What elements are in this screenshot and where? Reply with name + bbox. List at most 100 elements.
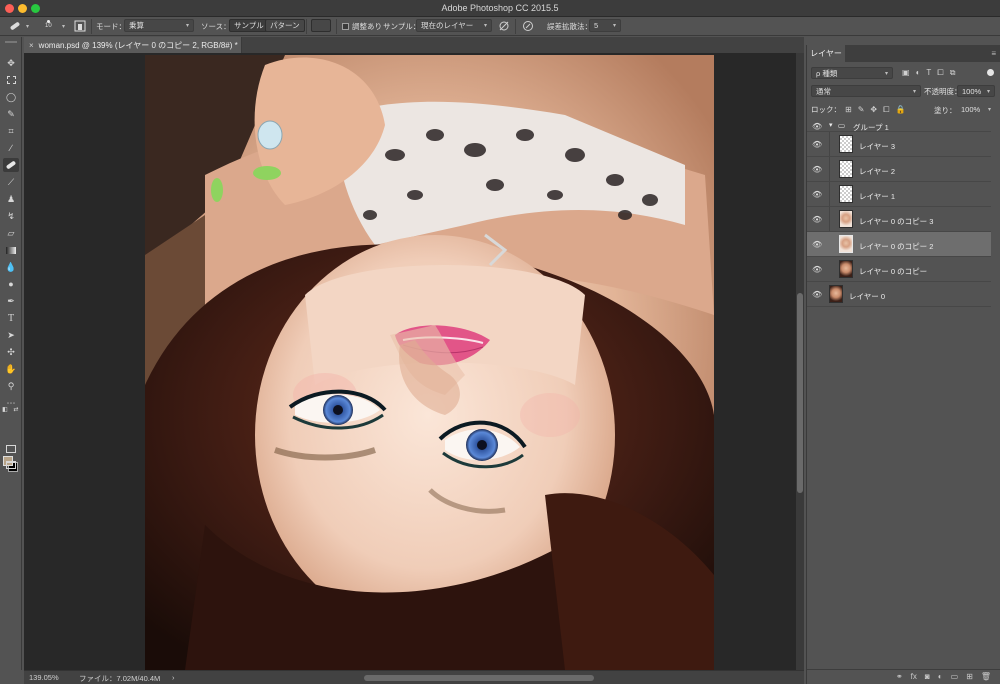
lock-transparency-icon[interactable]: ⊞ xyxy=(845,105,852,115)
pressure-size-button[interactable] xyxy=(522,19,534,33)
chevron-down-icon: ▾ xyxy=(986,88,990,95)
smart-object-filter-icon[interactable]: ⧉ xyxy=(950,68,956,78)
layer-name: レイヤー 0 xyxy=(849,292,886,301)
layer-row-copy[interactable]: 👁 レイヤー 0 のコピー xyxy=(807,257,991,282)
lock-all-icon[interactable]: 🔒 xyxy=(896,105,906,115)
screen-mode-icon[interactable] xyxy=(3,458,19,472)
image-filter-icon[interactable]: ▣ xyxy=(902,68,910,78)
canvas-area[interactable] xyxy=(24,53,796,670)
clone-stamp-tool-icon[interactable]: ♟ xyxy=(3,192,19,206)
zoom-level[interactable]: 139.05% xyxy=(29,673,59,682)
eye-visibility-icon[interactable]: 👁 xyxy=(812,190,822,199)
chevron-down-icon: ▾ xyxy=(884,70,888,77)
move-tool-icon[interactable]: ✥ xyxy=(3,56,19,70)
eye-visibility-icon[interactable]: 👁 xyxy=(812,165,822,174)
panel-grip[interactable] xyxy=(5,41,17,43)
quick-select-tool-icon[interactable]: ✎ xyxy=(3,107,19,121)
new-layer-icon[interactable]: ⊞ xyxy=(966,672,973,681)
layers-list: 👁 ▾ ▭ グループ 1 👁 レイヤー 3 👁 レイヤー 2 👁 レイヤー 1 … xyxy=(807,120,991,660)
lock-position-icon[interactable]: ✥ xyxy=(870,105,877,115)
layer-row-copy-2[interactable]: 👁 レイヤー 0 のコピー 2 xyxy=(807,232,991,257)
layer-mask-icon[interactable]: ◙ xyxy=(925,672,930,681)
eye-visibility-icon[interactable]: 👁 xyxy=(812,122,822,131)
blur-tool-icon[interactable]: 💧 xyxy=(3,260,19,274)
sample-select[interactable]: 現在のレイヤー ▾ xyxy=(416,19,492,32)
pattern-picker[interactable] xyxy=(311,19,331,32)
layer-style-icon[interactable]: fx xyxy=(911,672,917,681)
close-tab-icon[interactable]: × xyxy=(29,41,34,50)
horizontal-scroll-thumb[interactable] xyxy=(364,675,594,681)
clone-source-panel-button[interactable] xyxy=(74,19,86,33)
woman-portrait-image xyxy=(145,55,714,670)
panel-menu-icon[interactable]: ≡ xyxy=(991,49,996,58)
fill-field[interactable]: 100% ▾ xyxy=(957,103,995,115)
dodge-tool-icon[interactable]: ● xyxy=(3,277,19,291)
tab-layers[interactable]: レイヤー xyxy=(807,45,845,62)
lock-artboard-icon[interactable]: ⧠ xyxy=(883,105,889,115)
hand-tool-icon[interactable]: ✋ xyxy=(3,362,19,376)
eye-visibility-icon[interactable]: 👁 xyxy=(812,140,822,149)
canvas-vertical-scrollbar[interactable] xyxy=(796,53,804,670)
layer-row-group-1[interactable]: 👁 ▾ ▭ グループ 1 xyxy=(807,120,991,132)
tool-preset-picker[interactable]: ▾ xyxy=(8,19,29,33)
shape-filter-icon[interactable]: ⧠ xyxy=(937,68,943,78)
document-tab-bar: × woman.psd @ 139% (レイヤー 0 のコピー 2, RGB/8… xyxy=(24,37,804,53)
eraser-tool-icon[interactable]: ▱ xyxy=(3,226,19,240)
app-title: Adobe Photoshop CC 2015.5 xyxy=(441,3,559,13)
gradient-tool-icon[interactable] xyxy=(3,243,19,257)
diffusion-select[interactable]: 5 ▾ xyxy=(589,19,621,32)
swap-colors-icon[interactable]: ⇄ xyxy=(12,405,20,413)
eye-visibility-icon[interactable]: 👁 xyxy=(812,290,822,299)
brush-size-value: 10 xyxy=(45,23,52,29)
history-brush-tool-icon[interactable]: ↯ xyxy=(3,209,19,223)
brush-size-picker[interactable]: 10 xyxy=(45,19,52,33)
layer-name: レイヤー 0 のコピー 3 xyxy=(859,217,934,226)
eye-visibility-icon[interactable]: 👁 xyxy=(812,265,822,274)
layer-filter-select[interactable]: ρ 種類 ▾ xyxy=(811,67,893,79)
link-layers-icon[interactable]: ⚭ xyxy=(896,672,903,681)
layer-row-1[interactable]: 👁 レイヤー 1 xyxy=(807,182,991,207)
layer-row-copy-3[interactable]: 👁 レイヤー 0 のコピー 3 xyxy=(807,207,991,232)
diffusion-value: 5 xyxy=(594,21,599,30)
adjustment-layer-icon[interactable]: ◐ xyxy=(938,672,943,681)
lasso-tool-icon[interactable]: ◯ xyxy=(3,90,19,104)
trash-icon[interactable]: 🗑 xyxy=(981,672,991,681)
brush-tool-icon[interactable]: ⟋ xyxy=(3,175,19,189)
layer-row-3[interactable]: 👁 レイヤー 3 xyxy=(807,132,991,157)
quick-mask-icon[interactable] xyxy=(3,442,19,456)
zoom-tool-icon[interactable]: ⚲ xyxy=(3,379,19,393)
crop-tool-icon[interactable]: ⌗ xyxy=(3,124,19,138)
pen-tool-icon[interactable]: ✒ xyxy=(3,294,19,308)
layer-row-0[interactable]: 👁 レイヤー 0 xyxy=(807,282,991,307)
document-tab[interactable]: × woman.psd @ 139% (レイヤー 0 のコピー 2, RGB/8… xyxy=(24,37,242,53)
source-pattern-button[interactable]: パターン xyxy=(265,19,305,32)
vertical-scroll-thumb[interactable] xyxy=(797,293,803,493)
blend-mode-select[interactable]: 通常 ▾ xyxy=(811,85,921,97)
aligned-checkbox[interactable]: 調整あり xyxy=(342,19,382,33)
group-disclosure-icon[interactable]: ▾ xyxy=(829,121,833,129)
chevron-down-icon[interactable]: ▾ xyxy=(62,19,65,33)
default-colors-icon[interactable]: ◧ xyxy=(1,405,9,413)
eye-visibility-icon[interactable]: 👁 xyxy=(812,240,822,249)
path-select-tool-icon[interactable]: ➤ xyxy=(3,328,19,342)
ignore-adjustment-layers-button[interactable] xyxy=(498,19,510,33)
source-sample-button[interactable]: サンプル xyxy=(229,19,269,32)
shape-tool-icon[interactable]: ✣ xyxy=(3,345,19,359)
layer-name: レイヤー 2 xyxy=(859,167,896,176)
mode-select[interactable]: 乗算 ▾ xyxy=(124,19,194,32)
lock-pixels-icon[interactable]: ✎ xyxy=(858,105,865,115)
marquee-tool-icon[interactable] xyxy=(3,73,19,87)
document-canvas-image[interactable] xyxy=(145,55,714,670)
adjustment-filter-icon[interactable]: ◐ xyxy=(916,68,921,78)
layer-name: レイヤー 1 xyxy=(859,192,896,201)
layer-row-2[interactable]: 👁 レイヤー 2 xyxy=(807,157,991,182)
new-group-icon[interactable]: ▭ xyxy=(951,672,959,681)
type-filter-icon[interactable]: T xyxy=(926,68,931,78)
opacity-field[interactable]: 100% ▾ xyxy=(957,85,995,97)
type-tool-icon[interactable]: T xyxy=(3,311,19,325)
filter-toggle-icon[interactable] xyxy=(987,69,994,76)
eye-visibility-icon[interactable]: 👁 xyxy=(812,215,822,224)
eyedropper-tool-icon[interactable]: ∕ xyxy=(3,141,19,155)
healing-brush-tool-icon[interactable] xyxy=(3,158,19,172)
status-menu-arrow[interactable]: › xyxy=(172,673,175,682)
